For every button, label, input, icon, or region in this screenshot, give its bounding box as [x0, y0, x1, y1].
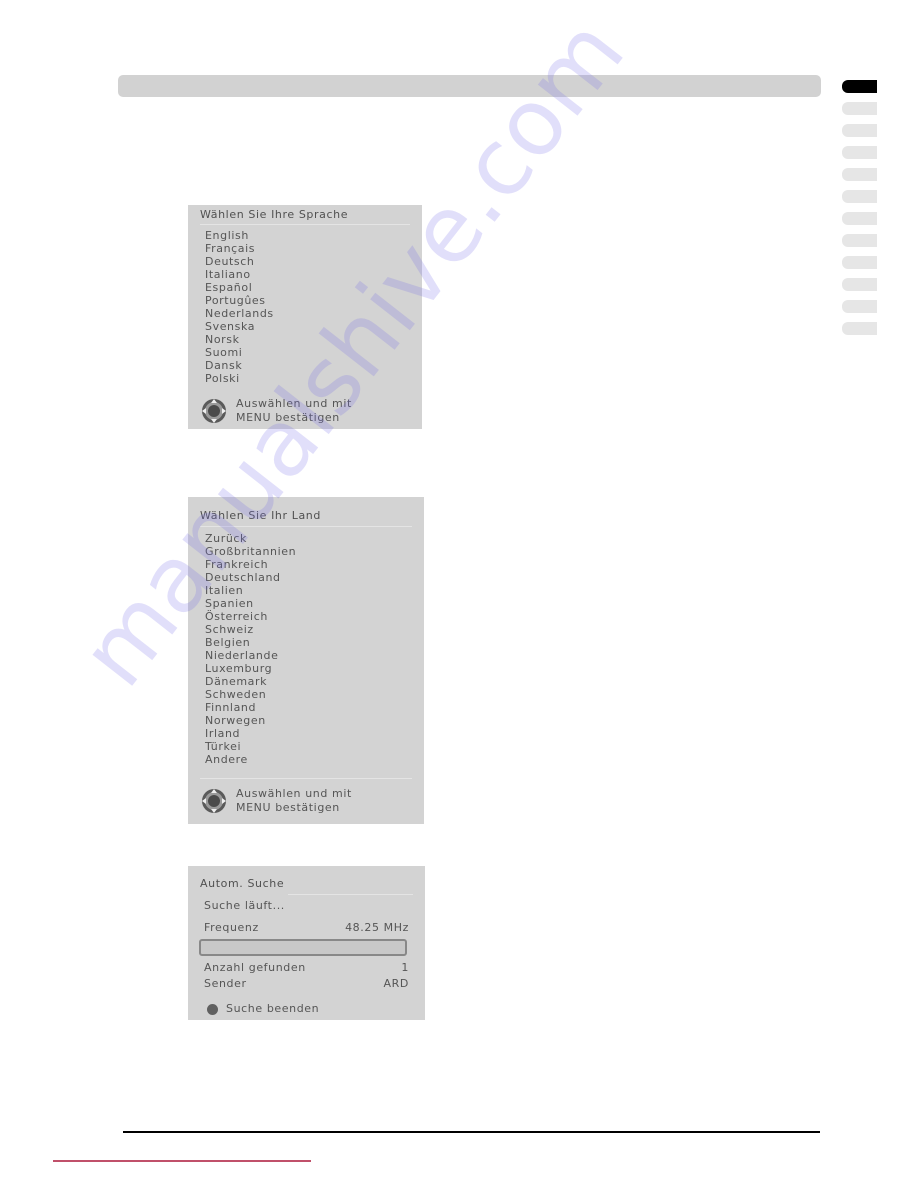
channel-value: ARD [383, 977, 409, 990]
divider [200, 778, 412, 779]
country-item[interactable]: Schweden [205, 688, 296, 701]
chapter-tab[interactable] [842, 212, 877, 225]
divider [288, 894, 413, 895]
language-item[interactable]: Nederlands [205, 307, 274, 320]
chapter-tab[interactable] [842, 322, 877, 335]
country-item[interactable]: Spanien [205, 597, 296, 610]
language-item[interactable]: Suomi [205, 346, 274, 359]
section-header-bar [118, 75, 821, 97]
country-item[interactable]: Schweiz [205, 623, 296, 636]
country-item[interactable]: Deutschland [205, 571, 296, 584]
chapter-tab[interactable] [842, 300, 877, 313]
chapter-tab[interactable] [842, 168, 877, 181]
chapter-tab[interactable] [842, 80, 877, 93]
auto-search-panel: Autom. Suche Suche läuft... Frequenz 48.… [188, 866, 425, 1020]
language-item[interactable]: Dansk [205, 359, 274, 372]
channel-label: Sender [204, 977, 247, 990]
stop-search-hint: Suche beenden [207, 1002, 409, 1015]
divider [200, 224, 410, 225]
chapter-tab[interactable] [842, 278, 877, 291]
country-menu-title: Wählen Sie Ihr Land [200, 509, 321, 522]
chapter-tab[interactable] [842, 102, 877, 115]
country-item[interactable]: Italien [205, 584, 296, 597]
language-item[interactable]: Polski [205, 372, 274, 385]
language-item[interactable]: Italiano [205, 268, 274, 281]
frequency-value: 48.25 MHz [345, 921, 409, 934]
auto-search-title: Autom. Suche [200, 877, 285, 890]
hint-line-1: Auswählen und mit [236, 787, 352, 800]
found-value: 1 [401, 961, 409, 974]
stop-search-label: Suche beenden [226, 1002, 320, 1015]
search-status: Suche läuft... [204, 899, 409, 912]
footer-rule [123, 1131, 820, 1133]
frequency-row: Frequenz 48.25 MHz [204, 921, 409, 934]
hint-line-2: MENU bestätigen [236, 411, 340, 424]
language-list: English Français Deutsch Italiano Español Por… [205, 229, 274, 385]
search-status-text: Suche läuft... [204, 899, 285, 912]
language-menu-title: Wählen Sie Ihre Sprache [200, 208, 349, 221]
found-row: Anzahl gefunden 1 [204, 961, 409, 974]
country-item[interactable]: Finnland [205, 701, 296, 714]
language-item[interactable]: Svenska [205, 320, 274, 333]
hint: Auswählen und mit MENU bestätigen [201, 787, 352, 815]
country-item[interactable]: Frankreich [205, 558, 296, 571]
hint-line-2: MENU bestätigen [236, 801, 340, 814]
chapter-tab[interactable] [842, 256, 877, 269]
remote-navigation-ring-icon [202, 789, 226, 813]
country-item[interactable]: Irland [205, 727, 296, 740]
channel-row: Sender ARD [204, 977, 409, 990]
remote-navigation-ring-icon [202, 399, 226, 423]
red-button-icon [207, 1003, 218, 1015]
language-menu: Wählen Sie Ihre Sprache English Français D… [188, 205, 422, 429]
language-item[interactable]: English [205, 229, 274, 242]
country-item[interactable]: Dänemark [205, 675, 296, 688]
hint: Auswählen und mit MENU bestätigen [201, 397, 352, 425]
country-item[interactable]: Norwegen [205, 714, 296, 727]
chapter-tab[interactable] [842, 234, 877, 247]
country-item[interactable]: Großbritannien [205, 545, 296, 558]
country-item[interactable]: Türkei [205, 740, 296, 753]
chapter-tabs [842, 80, 878, 344]
language-item[interactable]: Français [205, 242, 274, 255]
country-list: Zurück Großbritannien Frankreich Deutschlan… [205, 532, 296, 766]
country-item[interactable]: Belgien [205, 636, 296, 649]
chapter-tab[interactable] [842, 190, 877, 203]
search-progress-bar [199, 939, 407, 956]
country-item[interactable]: Zurück [205, 532, 296, 545]
link-underline[interactable] [53, 1160, 311, 1162]
chapter-tab[interactable] [842, 146, 877, 159]
country-menu: Wählen Sie Ihr Land Zurück Großbritannien… [188, 497, 424, 824]
frequency-label: Frequenz [204, 921, 259, 934]
hint-line-1: Auswählen und mit [236, 397, 352, 410]
language-item[interactable]: Deutsch [205, 255, 274, 268]
divider [200, 526, 412, 527]
found-label: Anzahl gefunden [204, 961, 306, 974]
language-item[interactable]: Norsk [205, 333, 274, 346]
language-item[interactable]: Portugûes [205, 294, 274, 307]
country-item[interactable]: Andere [205, 753, 296, 766]
chapter-tab[interactable] [842, 124, 877, 137]
country-item[interactable]: Luxemburg [205, 662, 296, 675]
language-item[interactable]: Español [205, 281, 274, 294]
country-item[interactable]: Niederlande [205, 649, 296, 662]
country-item[interactable]: Österreich [205, 610, 296, 623]
